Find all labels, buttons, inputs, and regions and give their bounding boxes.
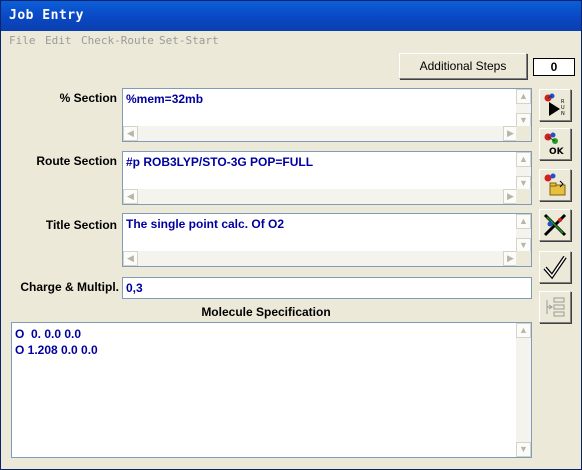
vertical-scrollbar[interactable]: ▲ ▼ bbox=[516, 152, 531, 191]
horizontal-scrollbar[interactable]: ◀ ▶ bbox=[123, 251, 518, 266]
charge-multiplicity-label: Charge & Multipl. bbox=[20, 280, 119, 294]
vertical-scrollbar[interactable]: ▲ ▼ bbox=[516, 89, 531, 128]
vertical-scrollbar[interactable]: ▲ ▼ bbox=[516, 214, 531, 253]
check-button[interactable] bbox=[539, 251, 571, 283]
check-icon bbox=[543, 255, 567, 280]
run-button[interactable]: R U N bbox=[539, 89, 571, 121]
title-section-label: Title Section bbox=[45, 218, 117, 232]
charge-multiplicity-input[interactable]: 0,3 bbox=[122, 277, 532, 299]
list-icon bbox=[546, 297, 565, 317]
vertical-scrollbar[interactable]: ▲ ▼ bbox=[516, 323, 531, 457]
svg-text:OK: OK bbox=[549, 147, 565, 157]
title-section-value: The single point calc. Of O2 bbox=[126, 217, 285, 231]
ok-button[interactable]: OK bbox=[539, 128, 571, 160]
molecule-specification-label: Molecule Specification bbox=[201, 305, 331, 319]
scroll-left-icon[interactable]: ◀ bbox=[123, 189, 138, 204]
scroll-corner bbox=[516, 126, 531, 141]
route-section-label: Route Section bbox=[36, 154, 117, 168]
additional-steps-button[interactable]: Additional Steps bbox=[399, 53, 527, 79]
list-button[interactable] bbox=[539, 291, 571, 323]
window-title: Job Entry bbox=[9, 8, 84, 23]
scroll-up-icon[interactable]: ▲ bbox=[516, 214, 531, 229]
route-section-value: #p ROB3LYP/STO-3G POP=FULL bbox=[126, 155, 314, 169]
cancel-icon bbox=[543, 213, 567, 237]
percent-section-value: %mem=32mb bbox=[126, 92, 204, 106]
scroll-up-icon[interactable]: ▲ bbox=[516, 152, 531, 167]
menu-set-start[interactable]: Set-Start bbox=[159, 34, 219, 47]
scroll-corner bbox=[516, 189, 531, 204]
run-icon: R U N bbox=[544, 93, 565, 117]
horizontal-scrollbar[interactable]: ◀ ▶ bbox=[123, 126, 518, 141]
ok-icon: OK bbox=[544, 132, 565, 157]
job-entry-window: Job Entry File Edit Check-Route Set-Star… bbox=[0, 0, 582, 470]
scroll-down-icon[interactable]: ▼ bbox=[516, 442, 531, 457]
molecule-line: O 0. 0.0 0.0 bbox=[15, 327, 82, 341]
charge-multiplicity-value: 0,3 bbox=[126, 281, 143, 295]
title-section-input[interactable]: The single point calc. Of O2 ▲ ▼ ◀ ▶ bbox=[122, 213, 532, 267]
scroll-corner bbox=[516, 251, 531, 266]
scroll-left-icon[interactable]: ◀ bbox=[123, 126, 138, 141]
menu-check-route[interactable]: Check-Route bbox=[81, 34, 154, 47]
step-count: 0 bbox=[533, 58, 575, 76]
percent-section-input[interactable]: %mem=32mb ▲ ▼ ◀ ▶ bbox=[122, 88, 532, 142]
folder-save-icon bbox=[544, 173, 566, 196]
menu-bar: File Edit Check-Route Set-Start bbox=[1, 31, 581, 51]
save-button[interactable] bbox=[539, 169, 571, 201]
scroll-left-icon[interactable]: ◀ bbox=[123, 251, 138, 266]
cancel-button[interactable] bbox=[539, 209, 571, 241]
horizontal-scrollbar[interactable]: ◀ ▶ bbox=[123, 189, 518, 204]
scroll-up-icon[interactable]: ▲ bbox=[516, 323, 531, 338]
route-section-input[interactable]: #p ROB3LYP/STO-3G POP=FULL ▲ ▼ ◀ ▶ bbox=[122, 151, 532, 205]
svg-text:N: N bbox=[561, 111, 565, 117]
molecule-line: O 1.208 0.0 0.0 bbox=[15, 343, 98, 357]
title-bar[interactable]: Job Entry bbox=[1, 1, 581, 31]
molecule-specification-input[interactable]: O 0. 0.0 0.0 O 1.208 0.0 0.0 ▲ ▼ bbox=[11, 322, 532, 458]
percent-section-label: % Section bbox=[59, 91, 117, 105]
scroll-up-icon[interactable]: ▲ bbox=[516, 89, 531, 104]
menu-file[interactable]: File bbox=[9, 34, 36, 47]
menu-edit[interactable]: Edit bbox=[45, 34, 72, 47]
